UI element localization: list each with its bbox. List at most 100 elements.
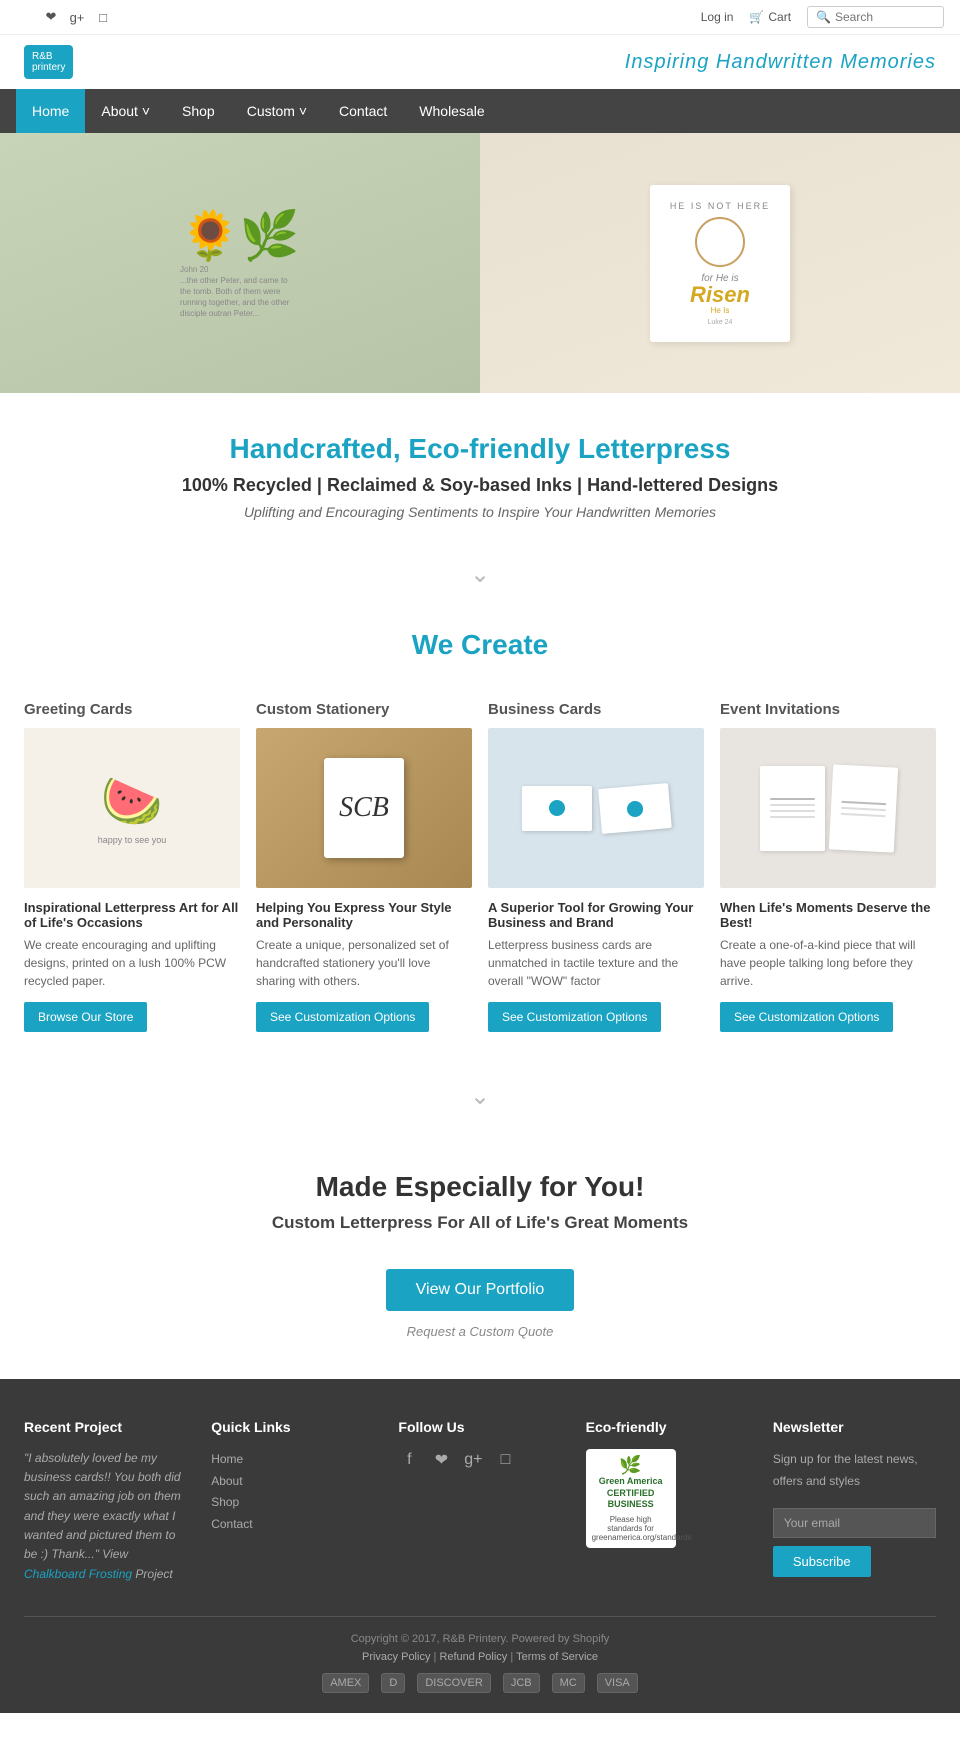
tagline: Inspiring Handwritten Memories [625,51,936,74]
login-link[interactable]: Log in [701,10,734,24]
privacy-policy-link[interactable]: Privacy Policy [362,1651,430,1663]
inv-card-2 [829,764,898,852]
inv-line [770,798,815,800]
stationery-description: Create a unique, personalized set of han… [256,936,472,990]
invitation-description: Create a one-of-a-kind piece that will h… [720,936,936,990]
footer-instagram-icon[interactable]: □ [494,1449,516,1471]
inv-line [841,806,886,810]
biz-card-1 [522,786,592,831]
stationery-image: SCB [256,728,472,888]
footer-link-shop[interactable]: Shop [211,1492,374,1514]
newsletter-email-input[interactable] [773,1508,936,1538]
footer-pinterest-icon[interactable]: ❤ [430,1449,452,1471]
diners-icon: D [381,1673,405,1693]
body-text: Uplifting and Encouraging Sentiments to … [20,504,940,520]
hero-banner: 🌻🌿 John 20 ...the other Peter, and came … [0,133,960,393]
made-for-you-section: Made Especially for You! Custom Letterpr… [0,1131,960,1379]
footer-newsletter: Newsletter Sign up for the latest news, … [773,1419,936,1586]
invitation-customize-button[interactable]: See Customization Options [720,1002,893,1032]
pinterest-icon-top[interactable]: ❤ [42,8,60,26]
logo[interactable]: R&B printery [24,45,73,79]
product-business-cards: Business Cards A Superior Tool for Growi… [488,701,704,1032]
eco-badge: 🌿 Green America CERTIFIED BUSINESS Pleas… [586,1449,676,1548]
terms-of-service-link[interactable]: Terms of Service [516,1651,598,1663]
testimonial-text: "I absolutely loved be my business cards… [24,1449,187,1586]
search-box[interactable]: 🔍 [807,6,944,28]
instagram-icon-top[interactable]: □ [94,8,112,26]
visa-icon: VISA [597,1673,638,1693]
stationery-bold-title: Helping You Express Your Style and Perso… [256,900,472,930]
custom-quote-link[interactable]: Request a Custom Quote [407,1324,554,1339]
bizcard-description: Letterpress business cards are unmatched… [488,936,704,990]
facebook-icon-top[interactable]:  [16,8,34,26]
product-greeting-cards: Greeting Cards 🍉 happy to see you Inspir… [24,701,240,1032]
search-icon: 🔍 [816,10,831,24]
footer-link-contact[interactable]: Contact [211,1514,374,1536]
follow-us-heading: Follow Us [398,1419,561,1435]
footer-googleplus-icon[interactable]: g+ [462,1449,484,1471]
eco-friendly-heading: Eco-friendly [586,1419,749,1435]
sub-heading: 100% Recycled | Reclaimed & Soy-based In… [20,475,940,496]
search-input[interactable] [835,10,935,24]
recent-project-heading: Recent Project [24,1419,187,1435]
subscribe-button[interactable]: Subscribe [773,1546,871,1577]
chevron-down-icon[interactable]: ⌄ [0,540,960,609]
refund-policy-link[interactable]: Refund Policy [439,1651,507,1663]
inv-line [770,804,815,806]
mastercard-icon: MC [552,1673,585,1693]
invitation-bold-title: When Life's Moments Deserve the Best! [720,900,936,930]
footer-policy-links: Privacy Policy | Refund Policy | Terms o… [24,1651,936,1663]
monogram-art: SCB [256,728,472,888]
bible-text: John 20 ...the other Peter, and came to … [180,264,300,320]
main-nav: Home About ˅ Shop Custom ˅ Contact Whole… [0,89,960,133]
main-heading: Handcrafted, Eco-friendly Letterpress [20,433,940,465]
invitation-image [720,728,936,888]
cart-icon: 🛒 [749,10,764,24]
risen-card: HE IS NOT HERE for He is Risen He Is Luk… [650,185,790,342]
biz-dot [549,800,565,816]
footer-link-about[interactable]: About [211,1471,374,1493]
nav-contact[interactable]: Contact [323,89,403,133]
header: R&B printery Inspiring Handwritten Memor… [0,35,960,89]
greeting-cards-image: 🍉 happy to see you [24,728,240,888]
made-for-you-subheading: Custom Letterpress For All of Life's Gre… [20,1213,940,1233]
we-create-heading: We Create [20,629,940,661]
bizcard-bold-title: A Superior Tool for Growing Your Busines… [488,900,704,930]
view-portfolio-button[interactable]: View Our Portfolio [386,1269,575,1311]
bizcard-customize-button[interactable]: See Customization Options [488,1002,661,1032]
nav-home[interactable]: Home [16,89,85,133]
logo-box: R&B printery [24,45,73,79]
watermelon-art: 🍉 happy to see you [24,728,240,888]
footer-facebook-icon[interactable]: f [398,1449,420,1471]
made-for-you-heading: Made Especially for You! [20,1171,940,1203]
hero-left: 🌻🌿 John 20 ...the other Peter, and came … [0,133,480,393]
greeting-description: We create encouraging and uplifting desi… [24,936,240,990]
google-plus-icon-top[interactable]: g+ [68,8,86,26]
nav-wholesale[interactable]: Wholesale [403,89,500,133]
newsletter-heading: Newsletter [773,1419,936,1435]
nav-custom[interactable]: Custom ˅ [231,89,323,133]
risen-he-is-not: HE IS NOT HERE [670,201,770,211]
risen-title: Risen [670,284,770,306]
biz-card-2 [598,783,672,834]
stationery-customize-button[interactable]: See Customization Options [256,1002,429,1032]
inv-card-1 [760,766,825,851]
product-title-greeting: Greeting Cards [24,701,240,718]
browse-store-button[interactable]: Browse Our Store [24,1002,147,1032]
chalkboard-frosting-link[interactable]: Chalkboard Frosting [24,1567,132,1581]
quick-links-heading: Quick Links [211,1419,374,1435]
chevron-down-icon-2[interactable]: ⌄ [0,1062,960,1131]
payment-icons: AMEX D DISCOVER JCB MC VISA [24,1673,936,1693]
social-icons-top:  ❤ g+ □ [16,8,112,26]
invitation-art [720,728,936,888]
footer-link-home[interactable]: Home [211,1449,374,1471]
inv-line [841,800,886,804]
nav-shop[interactable]: Shop [166,89,231,133]
inv-line [770,816,815,818]
risen-verse: Luke 24 [670,319,770,326]
footer-social-icons: f ❤ g+ □ [398,1449,561,1471]
cart-link[interactable]: 🛒 Cart [749,10,791,24]
nav-about[interactable]: About ˅ [85,89,166,133]
biz-card-art [488,728,704,888]
hero-content: 🌻🌿 John 20 ...the other Peter, and came … [0,133,960,393]
